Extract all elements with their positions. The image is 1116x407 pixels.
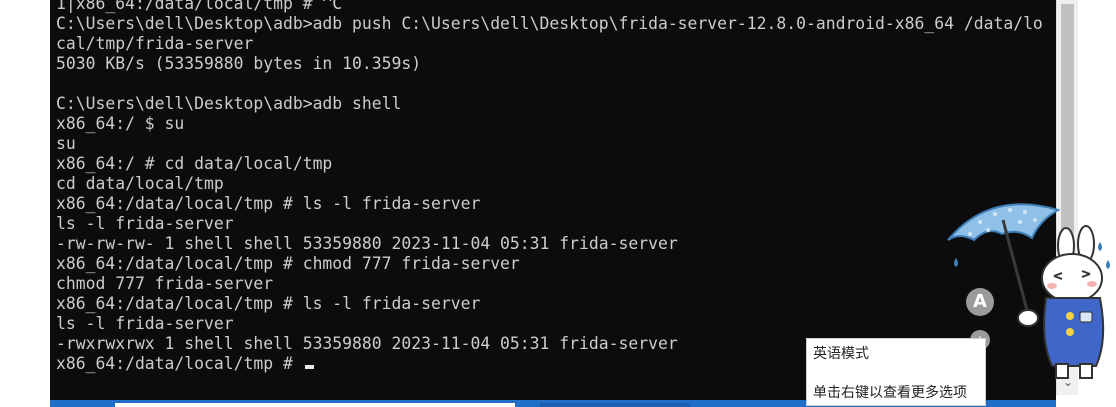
ime-mode-label: 英语模式 [813,346,869,362]
terminal-line: su [56,134,76,153]
taskbar-tab[interactable] [540,403,690,407]
terminal-line: x86_64:/ $ su [56,114,185,133]
ime-hint-label: 单击右键以查看更多选项 [813,385,967,401]
terminal-line: cal/tmp/frida-server [56,34,254,53]
terminal-line: ls -l frida-server [56,214,234,233]
terminal-line: x86_64:/data/local/tmp # ls -l frida-ser… [56,294,481,313]
terminal-line: 5030 KB/s (53359880 bytes in 10.359s) [56,54,422,73]
terminal-line: -rw-rw-rw- 1 shell shell 53359880 2023-1… [56,234,678,253]
text-cursor [304,365,314,369]
terminal-line: 1|x86_64:/data/local/tmp # ^C [56,0,343,13]
terminal-line: x86_64:/data/local/tmp # ls -l frida-ser… [56,194,481,213]
terminal-line: C:\Users\dell\Desktop\adb>adb shell [56,94,402,113]
terminal-line: x86_64:/data/local/tmp # chmod 777 frida… [56,254,520,273]
terminal-line: chmod 777 frida-server [56,274,274,293]
terminal-prompt: x86_64:/data/local/tmp # [56,354,303,373]
ime-mode-button[interactable]: A [966,288,994,316]
terminal-line: C:\Users\dell\Desktop\adb>adb push C:\Us… [56,14,1043,33]
taskbar-tab[interactable] [115,403,515,407]
left-window-edge [0,0,51,407]
terminal-line: ls -l frida-server [56,314,234,333]
terminal-line: x86_64:/ # cd data/local/tmp [56,154,333,173]
terminal-output: 1|x86_64:/data/local/tmp # ^C C:\Users\d… [56,0,1043,374]
ime-tooltip: 英语模式 单击右键以查看更多选项 [806,338,986,406]
terminal-line: cd data/local/tmp [56,174,224,193]
